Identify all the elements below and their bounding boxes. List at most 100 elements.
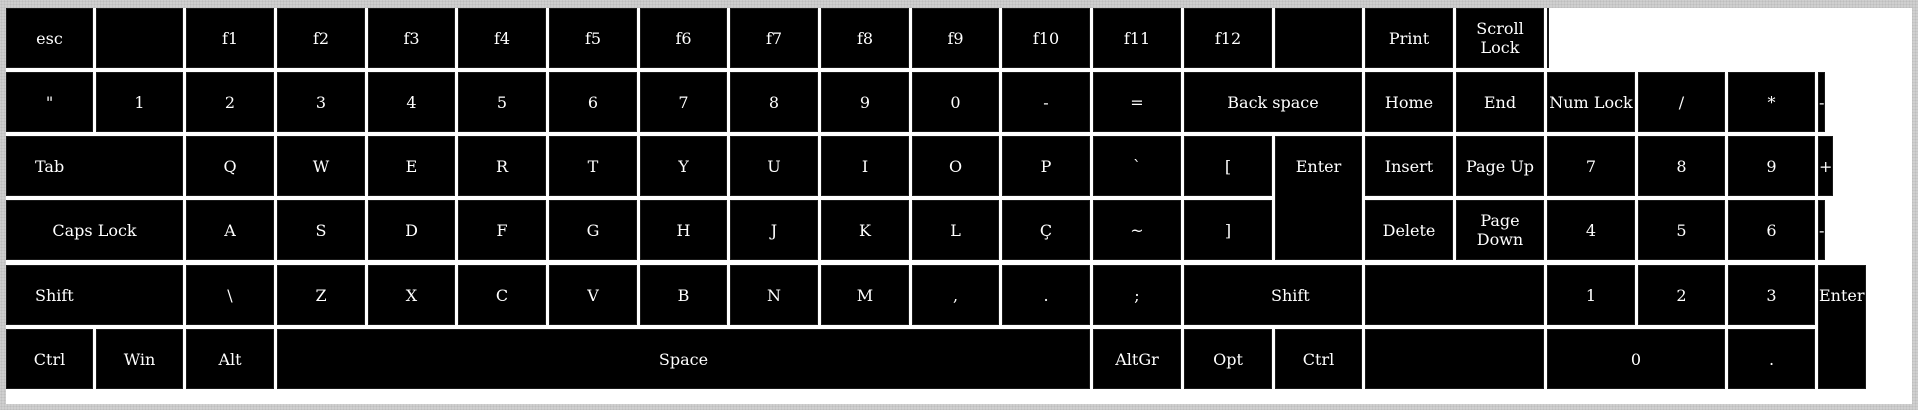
key-i[interactable]: I [821, 136, 909, 196]
key-f9[interactable]: f9 [912, 8, 999, 68]
key-digit-0[interactable]: 0 [912, 72, 999, 132]
key-digit-6[interactable]: 6 [549, 72, 637, 132]
key-d[interactable]: D [368, 200, 455, 260]
key-tilde[interactable]: ~ [1093, 200, 1181, 260]
key-numpad-5[interactable]: 5 [1638, 200, 1725, 260]
key-close-bracket[interactable]: ] [1184, 200, 1272, 260]
key-insert[interactable]: Insert [1365, 136, 1453, 196]
key-a[interactable]: A [186, 200, 274, 260]
key-blank-2[interactable] [1275, 8, 1362, 68]
key-u[interactable]: U [730, 136, 818, 196]
key-y[interactable]: Y [640, 136, 727, 196]
key-left-ctrl[interactable]: Ctrl [6, 329, 93, 389]
key-l[interactable]: L [912, 200, 999, 260]
key-numpad-6[interactable]: 6 [1728, 200, 1815, 260]
key-quote[interactable]: " [6, 72, 93, 132]
key-b[interactable]: B [640, 265, 727, 325]
key-altgr[interactable]: AltGr [1093, 329, 1181, 389]
key-t[interactable]: T [549, 136, 637, 196]
key-f6[interactable]: f6 [640, 8, 727, 68]
key-win[interactable]: Win [96, 329, 183, 389]
key-z[interactable]: Z [277, 265, 365, 325]
key-f10[interactable]: f10 [1002, 8, 1090, 68]
key-f3[interactable]: f3 [368, 8, 455, 68]
key-space[interactable]: Space [277, 329, 1090, 389]
key-digit-5[interactable]: 5 [458, 72, 546, 132]
key-period[interactable]: . [1002, 265, 1090, 325]
key-numpad-1[interactable]: 1 [1547, 265, 1635, 325]
key-f2[interactable]: f2 [277, 8, 365, 68]
key-backslash[interactable]: \ [186, 265, 274, 325]
key-f[interactable]: F [458, 200, 546, 260]
key-s[interactable]: S [277, 200, 365, 260]
key-minus[interactable]: - [1002, 72, 1090, 132]
key-digit-1[interactable]: 1 [96, 72, 183, 132]
key-blank-3[interactable] [1547, 8, 1549, 68]
key-m[interactable]: M [821, 265, 909, 325]
key-open-bracket[interactable]: [ [1184, 136, 1272, 196]
key-f12[interactable]: f12 [1184, 8, 1272, 68]
key-backspace[interactable]: Back space [1184, 72, 1362, 132]
key-numpad-minus-2[interactable]: - [1818, 200, 1826, 260]
key-left-shift[interactable]: Shift [6, 265, 183, 325]
key-digit-3[interactable]: 3 [277, 72, 365, 132]
key-digit-2[interactable]: 2 [186, 72, 274, 132]
key-g[interactable]: G [549, 200, 637, 260]
key-numpad-2[interactable]: 2 [1638, 265, 1725, 325]
key-e[interactable]: E [368, 136, 455, 196]
key-f11[interactable]: f11 [1093, 8, 1181, 68]
key-k[interactable]: K [821, 200, 909, 260]
key-w[interactable]: W [277, 136, 365, 196]
key-enter[interactable]: Enter [1275, 136, 1362, 260]
key-numpad-multiply[interactable]: * [1728, 72, 1815, 132]
key-h[interactable]: H [640, 200, 727, 260]
key-o[interactable]: O [912, 136, 999, 196]
key-blank-1[interactable] [96, 8, 183, 68]
key-numpad-7[interactable]: 7 [1547, 136, 1635, 196]
key-numpad-divide[interactable]: / [1638, 72, 1725, 132]
key-p[interactable]: P [1002, 136, 1090, 196]
key-numpad-3[interactable]: 3 [1728, 265, 1815, 325]
key-tab[interactable]: Tab [6, 136, 183, 196]
key-numpad-enter[interactable]: Enter [1818, 265, 1866, 389]
key-r[interactable]: R [458, 136, 546, 196]
key-numpad-0[interactable]: 0 [1547, 329, 1725, 389]
key-num-lock[interactable]: Num Lock [1547, 72, 1635, 132]
key-numpad-8[interactable]: 8 [1638, 136, 1725, 196]
key-opt[interactable]: Opt [1184, 329, 1272, 389]
key-comma[interactable]: , [912, 265, 999, 325]
key-semicolon[interactable]: ; [1093, 265, 1181, 325]
key-numpad-decimal[interactable]: . [1728, 329, 1815, 389]
key-equals[interactable]: = [1093, 72, 1181, 132]
key-backtick[interactable]: ` [1093, 136, 1181, 196]
key-alt[interactable]: Alt [186, 329, 274, 389]
key-digit-4[interactable]: 4 [368, 72, 455, 132]
key-x[interactable]: X [368, 265, 455, 325]
key-n[interactable]: N [730, 265, 818, 325]
key-numpad-9[interactable]: 9 [1728, 136, 1815, 196]
key-numpad-4[interactable]: 4 [1547, 200, 1635, 260]
key-j[interactable]: J [730, 200, 818, 260]
key-print[interactable]: Print [1365, 8, 1453, 68]
key-numpad-minus[interactable]: - [1818, 72, 1826, 132]
key-digit-8[interactable]: 8 [730, 72, 818, 132]
key-blank-5[interactable] [1365, 329, 1544, 389]
key-v[interactable]: V [549, 265, 637, 325]
key-esc[interactable]: esc [6, 8, 93, 68]
key-numpad-plus[interactable]: + [1818, 136, 1834, 196]
key-home[interactable]: Home [1365, 72, 1453, 132]
key-f5[interactable]: f5 [549, 8, 637, 68]
key-right-ctrl[interactable]: Ctrl [1275, 329, 1362, 389]
key-right-shift[interactable]: Shift [1184, 265, 1362, 325]
key-page-down[interactable]: Page Down [1456, 200, 1544, 260]
key-f8[interactable]: f8 [821, 8, 909, 68]
key-f7[interactable]: f7 [730, 8, 818, 68]
key-blank-4[interactable] [1365, 265, 1544, 325]
key-c[interactable]: C [458, 265, 546, 325]
key-delete[interactable]: Delete [1365, 200, 1453, 260]
key-page-up[interactable]: Page Up [1456, 136, 1544, 196]
key-digit-7[interactable]: 7 [640, 72, 727, 132]
key-f4[interactable]: f4 [458, 8, 546, 68]
key-f1[interactable]: f1 [186, 8, 274, 68]
key-digit-9[interactable]: 9 [821, 72, 909, 132]
